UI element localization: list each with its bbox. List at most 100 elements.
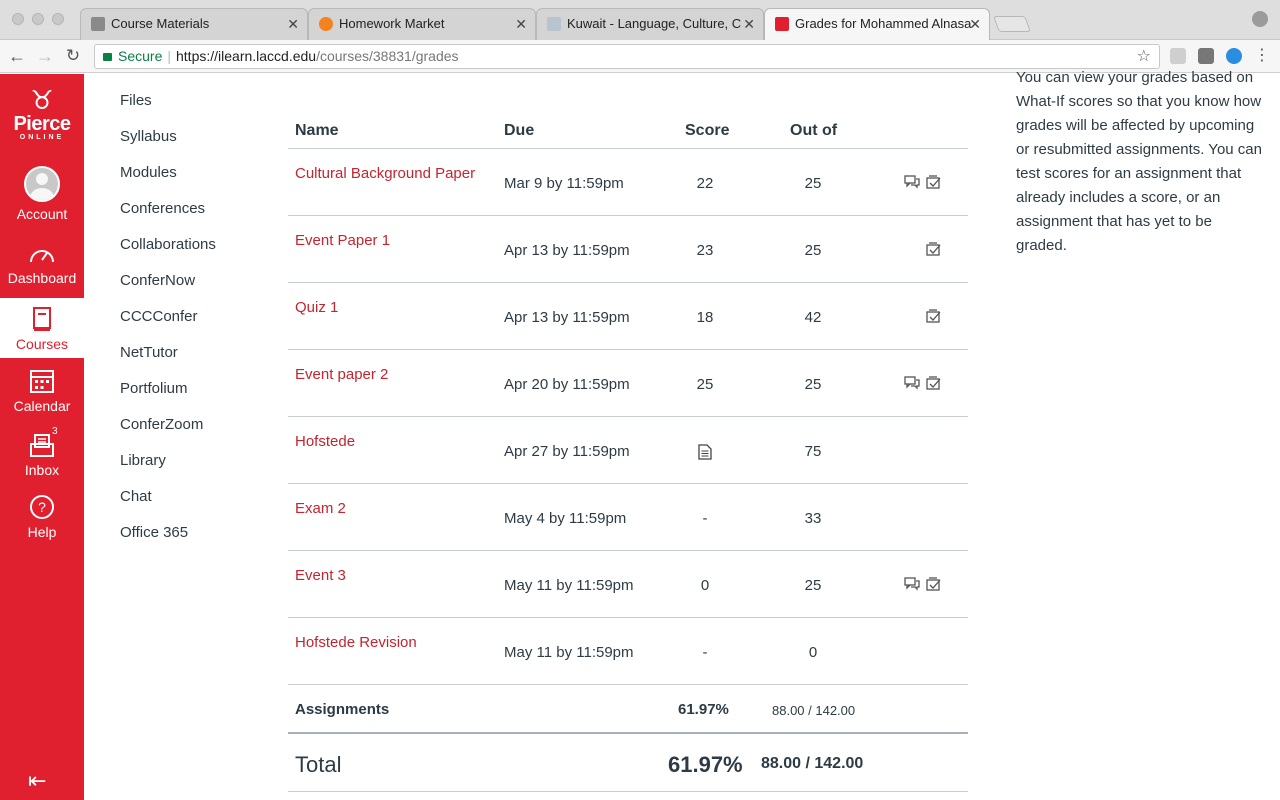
column-header-due[interactable]: Due [504,122,534,140]
new-tab-button[interactable] [993,16,1031,32]
collapse-nav-icon[interactable]: ⇤ [28,768,46,794]
course-nav-files[interactable]: Files [120,88,270,124]
browser-tab-homework-market[interactable]: Homework Market ✕ [308,8,536,40]
course-nav-conferences[interactable]: Conferences [120,196,270,232]
due-date: Mar 9 by 11:59pm [504,175,624,192]
nav-dashboard[interactable]: Dashboard [0,244,84,296]
final-grade-row: Total 61.97% 88.00 / 142.00 [288,734,968,792]
address-bar[interactable]: Secure | https://ilearn.laccd.edu/courses/… [94,44,1160,69]
course-nav-library[interactable]: Library [120,448,270,484]
browser-tab-kuwait[interactable]: Kuwait - Language, Culture, C ✕ [536,8,764,40]
browser-tab-grades[interactable]: Grades for Mohammed Alnasa ✕ [764,8,990,41]
assignment-link[interactable]: Cultural Background Paper [295,165,475,182]
rubric-icon[interactable] [926,242,942,256]
nav-label: Help [27,524,57,540]
close-icon[interactable]: ✕ [515,9,527,39]
course-nav-confernow[interactable]: ConferNow [120,268,270,304]
comments-icon[interactable] [904,376,920,390]
back-arrow-icon[interactable]: ← [6,45,28,67]
course-nav-chat[interactable]: Chat [120,484,270,520]
courses-icon [33,307,51,331]
course-nav-collaborations[interactable]: Collaborations [120,232,270,268]
score-value[interactable]: - [670,644,740,661]
menu-dots-icon[interactable]: ⋮ [1254,48,1270,64]
score-value[interactable] [670,443,740,460]
assignment-link[interactable]: Quiz 1 [295,299,338,316]
rubric-icon[interactable] [926,175,942,189]
assignment-link[interactable]: Hofstede Revision [295,634,417,651]
assignment-link[interactable]: Hofstede [295,433,355,450]
sync-extension-icon[interactable] [1226,48,1242,64]
what-if-info-text: You can view your grades based on What-I… [1016,69,1262,254]
nav-courses[interactable]: Courses [0,298,84,358]
homework-market-icon [319,17,333,31]
assignment-link[interactable]: Exam 2 [295,500,346,517]
score-value[interactable]: 23 [670,242,740,259]
extension-icon[interactable] [1198,48,1214,64]
nav-calendar[interactable]: Calendar [0,368,84,424]
nav-label: Calendar [13,398,71,414]
due-date: May 11 by 11:59pm [504,644,634,661]
site-icon [547,17,561,31]
window-minimize-button[interactable] [32,13,44,25]
score-value[interactable]: 18 [670,309,740,326]
comments-icon[interactable] [904,175,920,189]
course-nav-portfolium[interactable]: Portfolium [120,376,270,412]
due-date: Apr 20 by 11:59pm [504,376,630,393]
course-nav-nettutor[interactable]: NetTutor [120,340,270,376]
rubric-icon[interactable] [926,577,942,591]
forward-arrow-icon[interactable]: → [34,45,56,67]
row-actions [898,309,948,325]
due-date: Apr 27 by 11:59pm [504,443,630,460]
score-value[interactable]: - [670,510,740,527]
reload-icon[interactable]: ↻ [62,45,84,67]
course-nav-syllabus[interactable]: Syllabus [120,124,270,160]
score-value[interactable]: 25 [670,376,740,393]
course-nav-conferzoom[interactable]: ConferZoom [120,412,270,448]
column-header-score[interactable]: Score [685,122,729,140]
group-points: 88.00 / 142.00 [772,703,856,718]
assignment-link[interactable]: Event 3 [295,567,346,584]
lock-icon [103,53,112,61]
rubric-icon[interactable] [926,376,942,390]
course-navigation: Files Syllabus Modules Conferences Colla… [120,88,270,556]
bookmark-star-icon[interactable]: ☆ [1137,45,1151,68]
dashboard-icon [30,250,54,263]
score-value[interactable]: 0 [670,577,740,594]
nav-help[interactable]: ? Help [0,494,84,550]
rubric-icon[interactable] [926,309,942,323]
close-icon[interactable]: ✕ [743,9,755,39]
points-possible: 75 [804,443,822,460]
course-nav-modules[interactable]: Modules [120,160,270,196]
column-header-out-of[interactable]: Out of [790,122,837,140]
browser-tab-course-materials[interactable]: Course Materials ✕ [80,8,308,40]
row-actions [898,577,948,593]
shield-extension-icon[interactable] [1170,48,1186,64]
points-possible: 33 [804,510,822,527]
points-possible: 25 [804,577,822,594]
close-icon[interactable]: ✕ [287,9,299,39]
assignment-link[interactable]: Event paper 2 [295,366,388,383]
column-header-name[interactable]: Name [295,122,339,140]
tab-title: Homework Market [339,16,445,31]
close-icon[interactable]: ✕ [969,9,981,39]
nav-label: Courses [15,336,69,352]
nav-inbox[interactable]: 3 Inbox [0,426,84,488]
window-zoom-button[interactable] [52,13,64,25]
grade-row: Hofstede Revision May 11 by 11:59pm - 0 [288,618,968,685]
nav-account[interactable]: Account [0,166,84,226]
window-close-button[interactable] [12,13,24,25]
group-label: Assignments [295,701,390,718]
assignments-group-total: Assignments 61.97% 88.00 / 142.00 [288,685,968,734]
course-nav-cccconfer[interactable]: CCCConfer [120,304,270,340]
assignment-link[interactable]: Event Paper 1 [295,232,390,249]
score-value[interactable]: 22 [670,175,740,192]
browser-tab-bar: Course Materials ✕ Homework Market ✕ Kuw… [0,0,1280,41]
grades-table: Name Due Score Out of Cultural Backgroun… [288,110,968,792]
grade-row: Quiz 1 Apr 13 by 11:59pm 18 42 [288,283,968,350]
profile-icon[interactable] [1252,11,1268,27]
course-nav-office-365[interactable]: Office 365 [120,520,270,556]
tab-title: Grades for Mohammed Alnasa [795,16,972,31]
comments-icon[interactable] [904,577,920,591]
pierce-online-logo[interactable]: ♉ Pierce ONLINE [6,86,78,150]
